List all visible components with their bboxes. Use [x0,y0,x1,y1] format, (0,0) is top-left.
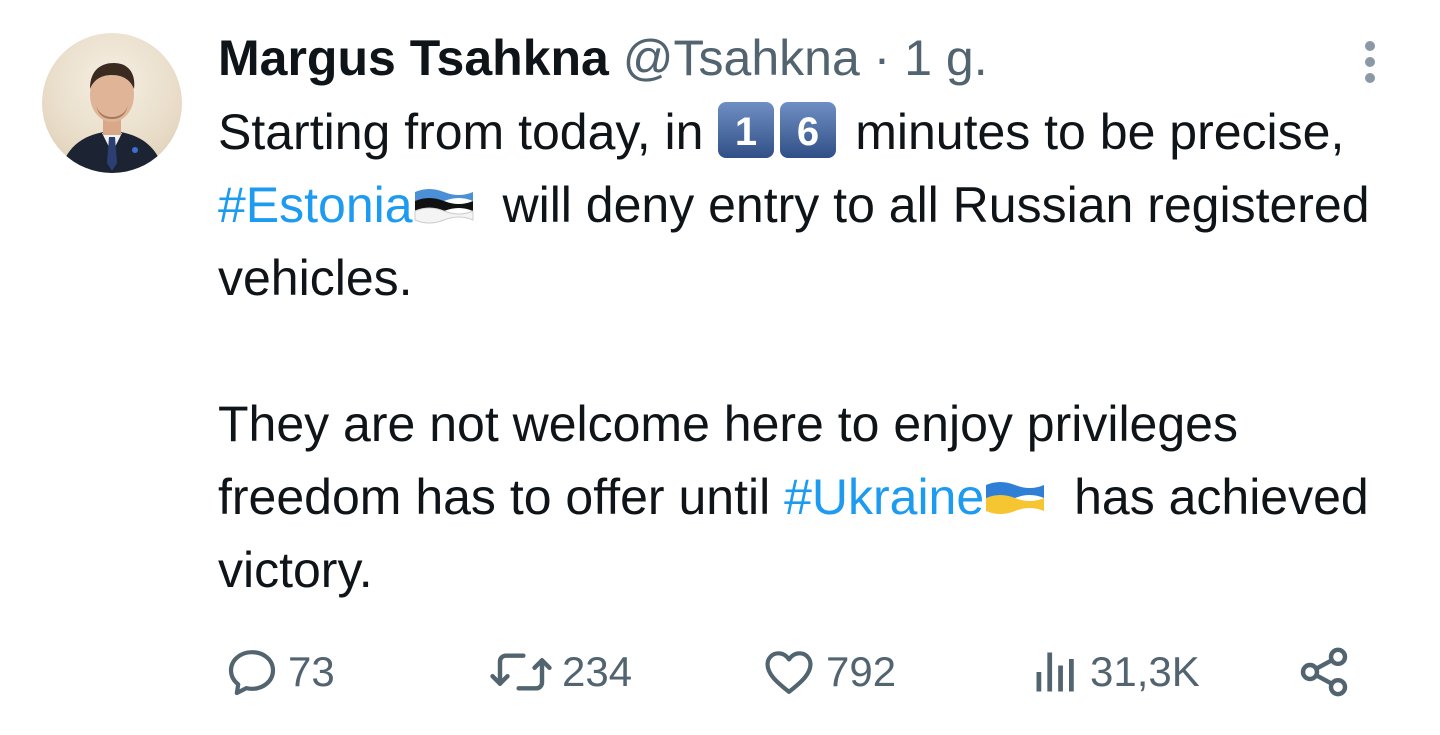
share-button[interactable] [1296,640,1352,704]
estonia-flag-icon [414,189,474,224]
retweet-icon [490,653,552,691]
tweet-text-part: Starting from today, in [218,104,704,160]
retweet-count: 234 [562,648,633,695]
tweet-paragraph-1: Starting from today, in 1 6 minutes to b… [218,96,1418,315]
tweet-action-bar: 73 234 792 31,3K [0,640,1440,710]
avatar-portrait-icon [60,63,164,173]
tweet-body: Starting from today, in 1 6 minutes to b… [218,96,1418,607]
keycap-digit: 1 [735,110,757,154]
share-icon [1300,647,1348,697]
tweet-header: Margus Tsahkna @Tsahkna · 1 g. [218,28,988,88]
header-separator: · [873,30,891,86]
reply-icon [228,650,276,696]
more-options-button[interactable] [1352,38,1388,86]
author-avatar[interactable] [42,33,182,173]
retweet-button[interactable]: 234 [488,640,632,704]
views-button[interactable]: 31,3K [1030,640,1200,704]
tweet-paragraph-2: They are not welcome here to enjoy privi… [218,388,1418,607]
more-vertical-icon [1365,41,1375,83]
author-name[interactable]: Margus Tsahkna [218,30,609,86]
like-button[interactable]: 792 [760,640,896,704]
views-count: 31,3K [1090,648,1200,695]
reply-button[interactable]: 73 [224,640,335,704]
like-count: 792 [826,648,897,695]
keycap-six-icon: 6 [780,102,837,158]
tweet-text-part: minutes to be precise, [841,104,1345,160]
reply-count: 73 [288,648,335,695]
heart-icon [765,651,813,694]
keycap-one-icon: 1 [718,102,775,158]
ukraine-flag-icon [986,482,1045,514]
hashtag-ukraine-link[interactable]: #Ukraine [784,469,984,525]
views-chart-icon [1036,652,1074,692]
author-handle[interactable]: @Tsahkna [623,30,860,86]
tweet-timestamp[interactable]: 1 g. [904,30,987,86]
hashtag-estonia-link[interactable]: #Estonia [218,177,413,233]
keycap-digit: 6 [797,110,819,154]
